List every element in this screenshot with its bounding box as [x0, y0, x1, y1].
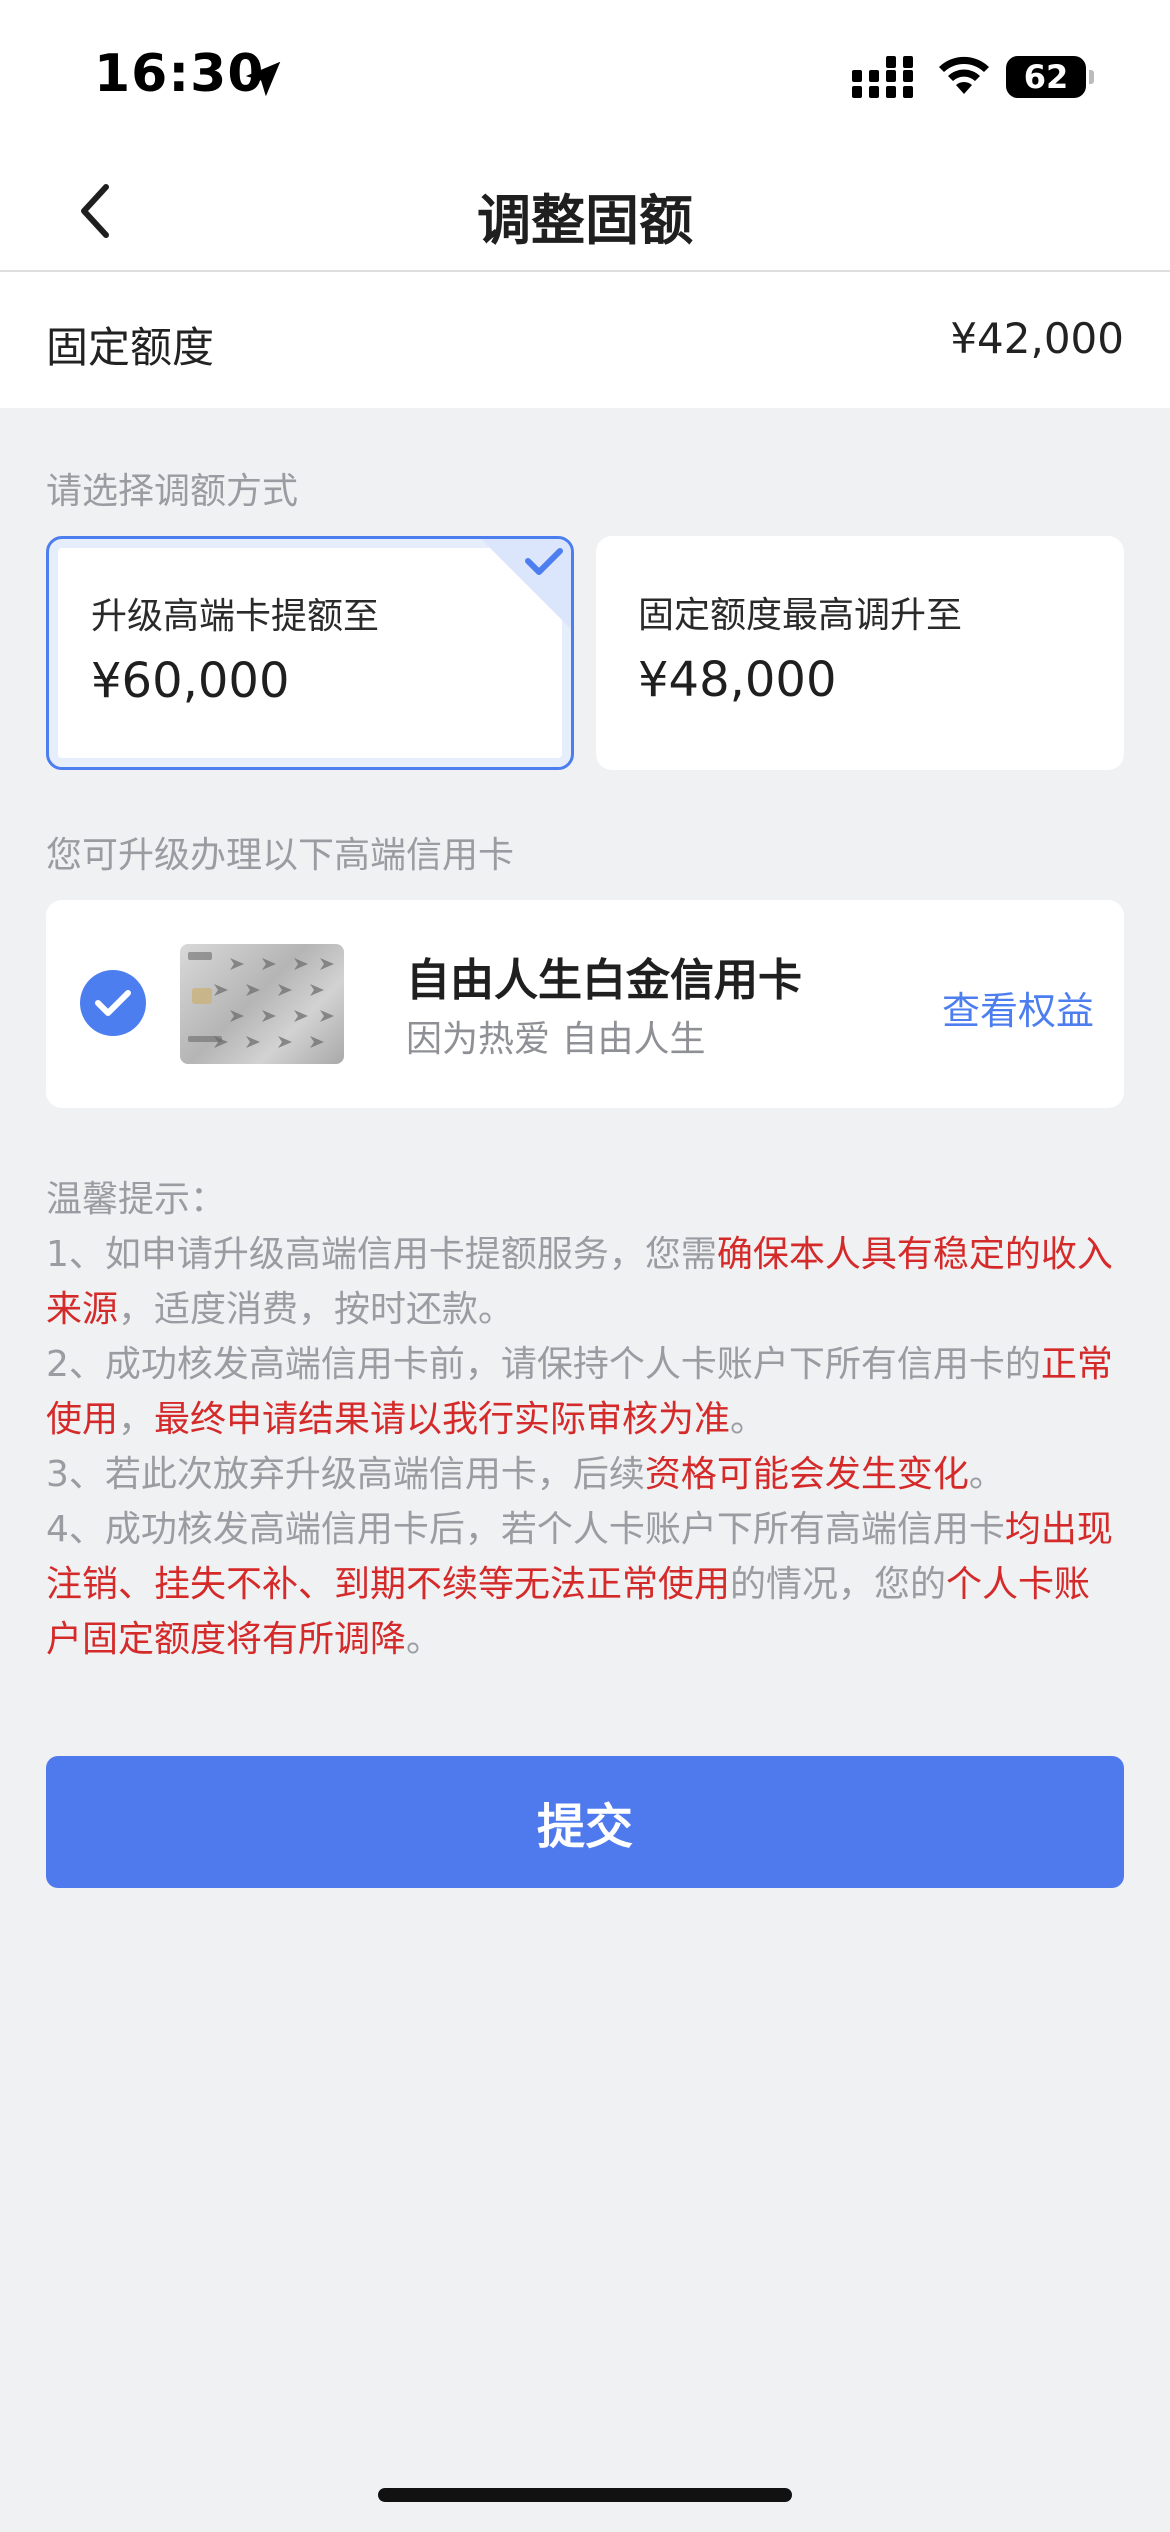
- card-pattern: [188, 952, 334, 1048]
- option-upgrade-card[interactable]: 升级高端卡提额至 ¥60,000: [46, 536, 574, 770]
- tip-text: ，适度消费，按时还款。: [118, 1289, 515, 1330]
- battery-icon: 62: [1006, 56, 1094, 98]
- wifi-icon: [939, 56, 989, 94]
- check-icon: [95, 990, 131, 1016]
- location-arrow-icon: [245, 61, 281, 97]
- home-indicator: [378, 2488, 792, 2502]
- nav-bar: 调整固额: [0, 150, 1170, 272]
- fixed-quota-row: 固定额度 ¥42,000: [0, 272, 1170, 408]
- fixed-quota-label: 固定额度: [46, 323, 215, 372]
- option-title: 固定额度最高调升至: [638, 595, 963, 636]
- tip-text: 。: [406, 1619, 443, 1660]
- page-title: 调整固额: [477, 189, 693, 252]
- option-value: ¥48,000: [638, 652, 837, 708]
- tip-text: 2、成功核发高端信用卡前，请保持个人卡账户下所有信用卡的: [46, 1344, 1041, 1385]
- tip-text: 。: [730, 1399, 767, 1440]
- tip-text: ，: [118, 1399, 155, 1440]
- tip-highlight: 最终申请结果请以我行实际审核为准: [154, 1399, 731, 1440]
- card-selected-check[interactable]: [80, 970, 146, 1036]
- adjust-method-label: 请选择调额方式: [46, 471, 299, 512]
- tip-item: 4、成功核发高端信用卡后，若个人卡账户下所有高端信用卡均出现注销、挂失不补、到期…: [46, 1502, 1126, 1667]
- tip-item: 3、若此次放弃升级高端信用卡，后续资格可能会发生变化。: [46, 1447, 1126, 1502]
- tip-text: 。: [968, 1454, 1005, 1495]
- option-value: ¥60,000: [91, 653, 290, 709]
- card-slogan: 因为热爱 自由人生: [406, 1019, 706, 1060]
- upgrade-section-label: 您可升级办理以下高端信用卡: [46, 835, 515, 876]
- fixed-quota-value: ¥42,000: [950, 314, 1124, 363]
- status-time: 16:30: [94, 44, 265, 104]
- status-bar: 16:30 62: [0, 0, 1170, 150]
- tip-item: 2、成功核发高端信用卡前，请保持个人卡账户下所有信用卡的正常使用，最终申请结果请…: [46, 1337, 1126, 1447]
- tips-section: 温馨提示： 1、如申请升级高端信用卡提额服务，您需确保本人具有稳定的收入来源，适…: [46, 1172, 1126, 1667]
- card-name: 自由人生白金信用卡: [406, 955, 802, 1006]
- option-title: 升级高端卡提额至: [91, 596, 380, 637]
- tips-title: 温馨提示：: [46, 1179, 227, 1220]
- tip-text: 3、若此次放弃升级高端信用卡，后续: [46, 1454, 645, 1495]
- tip-item: 1、如申请升级高端信用卡提额服务，您需确保本人具有稳定的收入来源，适度消费，按时…: [46, 1227, 1126, 1337]
- tip-text: 1、如申请升级高端信用卡提额服务，您需: [46, 1234, 717, 1275]
- submit-button[interactable]: 提交: [46, 1756, 1124, 1888]
- tip-text: 的情况，您的: [730, 1564, 947, 1605]
- check-icon: [525, 548, 563, 575]
- option-fixed-increase-card[interactable]: 固定额度最高调升至 ¥48,000: [596, 536, 1124, 770]
- tip-highlight: 资格可能会发生变化: [644, 1454, 969, 1495]
- signal-icon: [852, 56, 913, 98]
- view-benefits-link[interactable]: 查看权益: [942, 980, 1094, 1035]
- credit-card-item[interactable]: 自由人生白金信用卡 因为热爱 自由人生 查看权益: [46, 900, 1124, 1108]
- tip-text: 4、成功核发高端信用卡后，若个人卡账户下所有高端信用卡: [46, 1509, 1005, 1550]
- credit-card-image: [180, 944, 344, 1064]
- battery-level: 62: [1023, 58, 1069, 96]
